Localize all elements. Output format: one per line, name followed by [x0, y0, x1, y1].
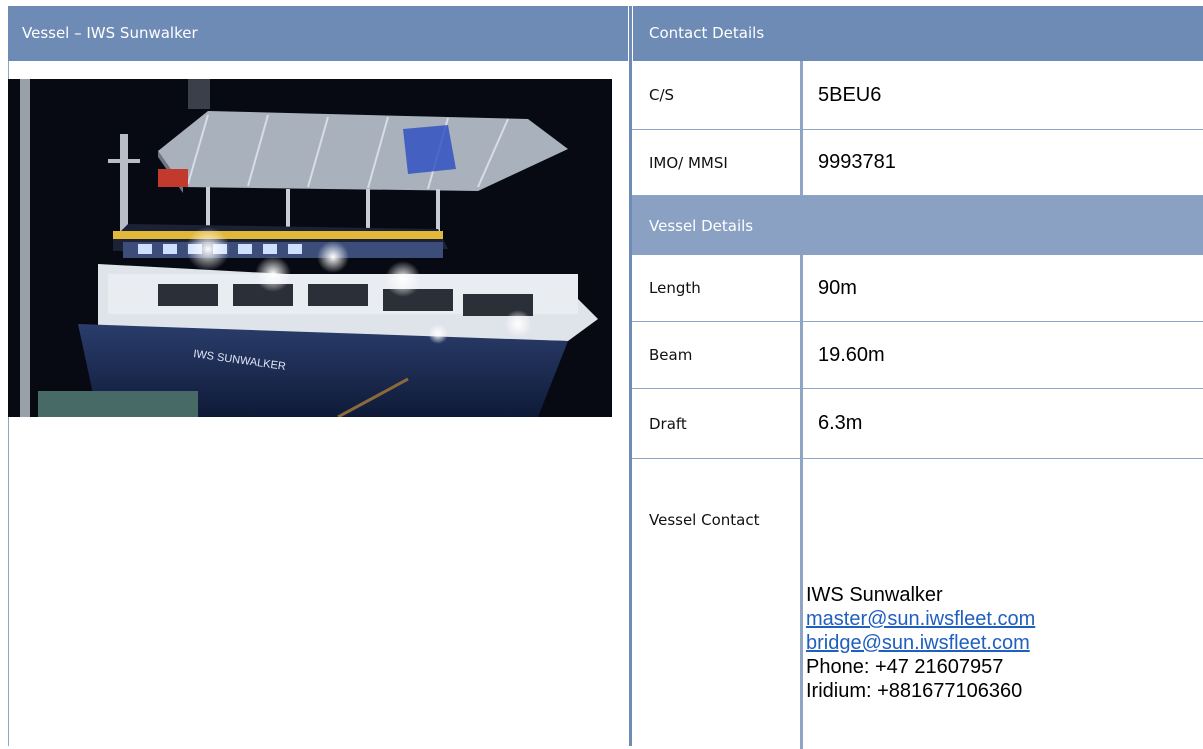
- beam-value: 19.60m: [818, 343, 885, 366]
- vessel-title: Vessel – IWS Sunwalker: [22, 24, 198, 42]
- imo-label: IMO/ MMSI: [632, 130, 803, 195]
- vessel-contact-label: Vessel Contact: [632, 459, 803, 749]
- vessel-details-header: Vessel Details: [632, 196, 1203, 255]
- vessel-photo-illustration: IWS SUNWALKER: [8, 79, 612, 417]
- length-value: 90m: [818, 276, 857, 299]
- vessel-details-title: Vessel Details: [649, 216, 754, 235]
- table-row-vessel-contact: Vessel Contact IWS Sunwalker master@sun.…: [632, 459, 1203, 749]
- table-row-beam: Beam 19.60m: [632, 322, 1203, 389]
- draft-label: Draft: [632, 389, 803, 458]
- imo-value: 9993781: [818, 151, 896, 173]
- contact-details-header: Contact Details: [633, 6, 1203, 61]
- vessel-contact-name: IWS Sunwalker: [806, 584, 943, 606]
- vessel-header: Vessel – IWS Sunwalker: [8, 6, 628, 61]
- contact-details-title: Contact Details: [649, 24, 765, 42]
- table-row-draft: Draft 6.3m: [632, 389, 1203, 459]
- vessel-photo: IWS SUNWALKER: [8, 79, 612, 417]
- vessel-iridium: Iridium: +881677106360: [806, 680, 1023, 702]
- length-label: Length: [632, 255, 803, 321]
- table-row-imo: IMO/ MMSI 9993781: [632, 130, 1203, 196]
- draft-value: 6.3m: [818, 412, 863, 434]
- table-row-cs: C/S 5BEU6: [632, 61, 1203, 130]
- cs-value: 5BEU6: [818, 83, 882, 106]
- cs-label: C/S: [632, 61, 803, 129]
- master-email-link[interactable]: master@sun.iwsfleet.com: [806, 608, 1035, 630]
- bridge-email-link[interactable]: bridge@sun.iwsfleet.com: [806, 632, 1030, 654]
- beam-label: Beam: [632, 322, 803, 388]
- vessel-contact-details: IWS Sunwalker master@sun.iwsfleet.com br…: [806, 583, 1035, 703]
- table-row-length: Length 90m: [632, 255, 1203, 322]
- vessel-phone: Phone: +47 21607957: [806, 656, 1004, 678]
